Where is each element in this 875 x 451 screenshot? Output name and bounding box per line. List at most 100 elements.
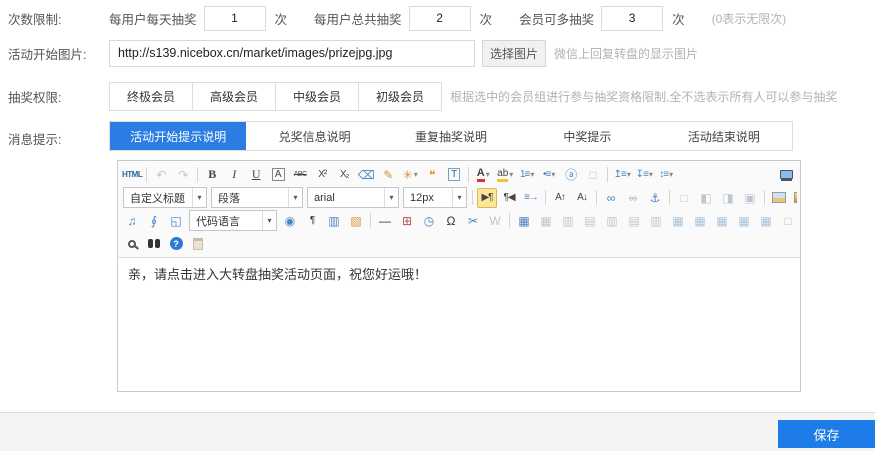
redo-icon[interactable]: ↷ [173, 165, 193, 185]
paragraph-select[interactable]: 段落▾ [211, 187, 303, 208]
charts-icon[interactable]: □ [778, 211, 797, 231]
template-icon[interactable]: ▥ [324, 211, 344, 231]
format-brush-icon[interactable]: ✎ [378, 165, 398, 185]
limit-count-input[interactable] [601, 6, 663, 31]
image-align-right-icon[interactable]: ◨ [718, 188, 738, 208]
word-image-icon[interactable]: W [485, 211, 505, 231]
chevron-down-icon: ▾ [262, 211, 276, 230]
member-group-button[interactable]: 终极会员 [109, 82, 193, 111]
image-align-left-icon[interactable]: ◧ [696, 188, 716, 208]
code-language-select[interactable]: 代码语言▾ [189, 210, 277, 231]
italic-icon[interactable]: I [224, 165, 244, 185]
insert-table-icon[interactable]: ▦ [514, 211, 534, 231]
music-icon[interactable]: ♫ [122, 211, 142, 231]
fullscreen-icon[interactable] [776, 165, 796, 185]
member-group-button[interactable]: 初级会员 [358, 82, 442, 111]
limit-count-input[interactable] [204, 6, 266, 31]
strikethrough-icon[interactable]: ABC [290, 165, 310, 185]
font-color-icon[interactable]: A▾ [473, 165, 493, 185]
preview-icon[interactable] [122, 234, 142, 254]
attachment-icon[interactable]: ∮ [144, 211, 164, 231]
line-height-icon[interactable]: ↕≡▾ [656, 165, 676, 185]
permission-row: 抽奖权限: 终极会员高级会员中级会员初级会员 根据选中的会员组进行参与抽奖资格限… [0, 82, 875, 111]
image-manager-icon[interactable] [791, 188, 797, 208]
delete-col-icon[interactable]: ▥ [646, 211, 666, 231]
editor-content[interactable]: 亲，请点击进入大转盘抽奖活动页面，祝您好运哦！ [118, 258, 800, 391]
merge-cells-icon[interactable]: ▦ [668, 211, 688, 231]
date-icon[interactable]: ⊞ [397, 211, 417, 231]
page-break-icon[interactable]: ¶ [302, 211, 322, 231]
bold-icon[interactable]: B [202, 165, 222, 185]
limits-hint: (0表示无限次) [712, 10, 787, 27]
blockquote-icon[interactable]: ❝ [422, 165, 442, 185]
html-source-icon[interactable]: HTML [122, 165, 142, 185]
table-title-icon[interactable]: ▥ [558, 211, 578, 231]
superscript-icon[interactable]: X² [312, 165, 332, 185]
split-cells-icon[interactable]: ▦ [734, 211, 754, 231]
split-rows-icon[interactable]: ▦ [756, 211, 776, 231]
insert-row-icon[interactable]: ▤ [580, 211, 600, 231]
image-align-none-icon[interactable]: □ [674, 188, 694, 208]
link-icon[interactable]: ∞ [601, 188, 621, 208]
tab-activity-start-note[interactable]: 活动开始提示说明 [110, 122, 246, 150]
insert-code-icon[interactable]: ◉ [280, 211, 300, 231]
font-border-icon[interactable]: A [268, 165, 288, 185]
font-size-select[interactable]: 12px▾ [403, 187, 467, 208]
save-button[interactable]: 保存 [778, 420, 875, 448]
chevron-down-icon: ▾ [452, 188, 466, 207]
delete-row-icon[interactable]: ▤ [624, 211, 644, 231]
pick-image-button[interactable]: 选择图片 [482, 40, 546, 67]
underline-icon[interactable]: U [246, 165, 266, 185]
insert-frame-icon[interactable]: ◱ [166, 211, 186, 231]
indent-icon[interactable]: ≡→ [521, 188, 541, 208]
limit-count-input[interactable] [409, 6, 471, 31]
row-spacing-top-icon[interactable]: ↥≡▾ [612, 165, 632, 185]
tab-redeem-info-note[interactable]: 兑奖信息说明 [246, 122, 382, 150]
horizontal-rule-icon[interactable]: — [375, 211, 395, 231]
insert-image-icon[interactable] [769, 188, 789, 208]
undo-icon[interactable]: ↶ [151, 165, 171, 185]
help-icon[interactable]: ? [166, 234, 186, 254]
clear-doc-icon[interactable]: □ [583, 165, 603, 185]
special-chars-icon[interactable]: Ω [441, 211, 461, 231]
snapscreen-icon[interactable]: ✂ [463, 211, 483, 231]
to-uppercase-icon[interactable]: A↑ [550, 188, 570, 208]
unordered-list-icon[interactable]: •≡▾ [539, 165, 559, 185]
background-icon[interactable]: ▧ [346, 211, 366, 231]
chevron-down-icon: ▾ [669, 170, 673, 179]
insert-col-icon[interactable]: ▥ [602, 211, 622, 231]
row-spacing-bottom-icon[interactable]: ↧≡▾ [634, 165, 654, 185]
toolbar-row: HTML ↶↷ BIUAABCX²X₂⌫✎✳▾❝T A▾ab▾1≡▾•≡▾ⓐ□ ↥≡▾↧… [121, 163, 797, 186]
auto-typeset-icon[interactable]: ✳▾ [400, 165, 420, 185]
tab-activity-end-note[interactable]: 活动结束说明 [656, 122, 792, 150]
message-label: 消息提示: [0, 121, 109, 148]
to-lowercase-icon[interactable]: A↓ [572, 188, 592, 208]
anchor-icon[interactable]: ⚓ [645, 188, 665, 208]
time-icon[interactable]: ◷ [419, 211, 439, 231]
remove-format-icon[interactable]: ⌫ [356, 165, 376, 185]
merge-right-icon[interactable]: ▦ [690, 211, 710, 231]
delete-table-icon[interactable]: ▦ [536, 211, 556, 231]
image-align-center-icon[interactable]: ▣ [740, 188, 760, 208]
image-url-input[interactable] [109, 40, 475, 67]
message-tabbar: 活动开始提示说明兑奖信息说明重复抽奖说明中奖提示活动结束说明 [109, 121, 793, 151]
back-color-icon[interactable]: ab▾ [495, 165, 515, 185]
font-family-select[interactable]: arial▾ [307, 187, 399, 208]
direction-ltr-icon[interactable]: ▶¶ [477, 188, 497, 208]
member-group-button[interactable]: 高级会员 [192, 82, 276, 111]
merge-down-icon[interactable]: ▦ [712, 211, 732, 231]
tab-winning-prompt[interactable]: 中奖提示 [519, 122, 655, 150]
select-all-icon[interactable]: ⓐ [561, 165, 581, 185]
unlink-icon[interactable]: ∞ [623, 188, 643, 208]
custom-title-select[interactable]: 自定义标题▾ [123, 187, 207, 208]
member-group-button[interactable]: 中级会员 [275, 82, 359, 111]
limit-unit-label: 次 [275, 9, 288, 28]
ordered-list-icon[interactable]: 1≡▾ [517, 165, 537, 185]
subscript-icon[interactable]: X₂ [334, 165, 354, 185]
paste-icon[interactable] [188, 234, 208, 254]
tab-repeat-draw-note[interactable]: 重复抽奖说明 [383, 122, 519, 150]
search-replace-icon[interactable] [144, 234, 164, 254]
direction-rtl-icon[interactable]: ¶◀ [499, 188, 519, 208]
paste-text-icon[interactable]: T [444, 165, 464, 185]
limit-unit-label: 次 [480, 9, 493, 28]
